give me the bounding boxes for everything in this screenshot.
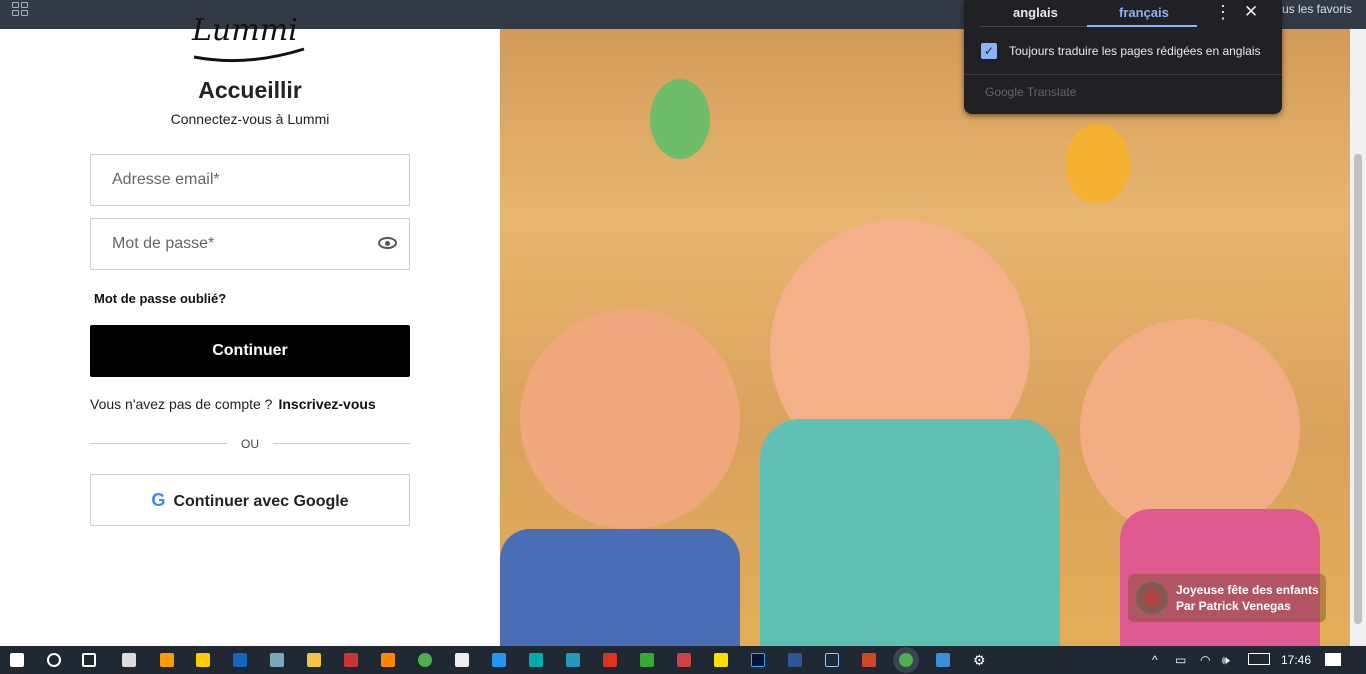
battery-icon[interactable]: ▭ — [1175, 653, 1186, 667]
chrome-active-icon[interactable] — [899, 653, 913, 667]
word-icon[interactable] — [788, 653, 802, 667]
tray-chevron-icon[interactable]: ^ — [1152, 653, 1158, 667]
file-explorer-icon[interactable] — [307, 653, 321, 667]
tab-selected-indicator — [1087, 25, 1197, 27]
scrollbar-thumb[interactable] — [1354, 154, 1362, 624]
google-icon: G — [151, 490, 166, 510]
forgot-password-link[interactable]: Mot de passe oublié? — [94, 291, 226, 306]
page-scrollbar[interactable] — [1350, 29, 1366, 646]
search-icon[interactable] — [47, 653, 61, 667]
powerpoint-icon[interactable] — [862, 653, 876, 667]
notepad-icon[interactable] — [455, 653, 469, 667]
show-password-eye-icon[interactable] — [378, 237, 397, 249]
image-author: Par Patrick Venegas — [1176, 599, 1291, 613]
continue-button[interactable]: Continuer — [90, 325, 410, 377]
acrobat-icon[interactable] — [603, 653, 617, 667]
balloon-yellow — [1065, 124, 1130, 204]
close-icon[interactable]: ✕ — [1244, 2, 1258, 22]
keyboard-app-icon[interactable] — [825, 653, 839, 667]
chrome-icon[interactable] — [418, 653, 432, 667]
task-view-icon[interactable] — [82, 653, 96, 667]
apps-grid-icon[interactable] — [12, 2, 28, 16]
divider — [964, 74, 1282, 75]
password-input[interactable]: Mot de passe* — [90, 218, 410, 270]
app-icon[interactable] — [196, 653, 210, 667]
translate-popup: anglais français ⋮ ✕ ✓ Toujours traduire… — [964, 0, 1282, 114]
google-button-label: Continuer avec Google — [173, 493, 349, 510]
app-icon[interactable] — [566, 653, 580, 667]
arduino-icon[interactable] — [529, 653, 543, 667]
balloon-green — [650, 79, 710, 159]
wifi-icon[interactable]: ◠ — [1200, 653, 1210, 667]
illustration-shirt-blue — [500, 529, 740, 646]
login-panel: Lummi Accueillir Connectez-vous à Lummi … — [0, 16, 500, 646]
always-translate-label: Toujours traduire les pages rédigées en … — [1009, 44, 1261, 58]
hero-illustration — [500, 29, 1350, 646]
page-title: Accueillir — [198, 77, 302, 103]
sticky-notes-icon[interactable] — [714, 653, 728, 667]
notifications-icon[interactable] — [1325, 653, 1341, 666]
touch-keyboard-icon[interactable] — [1248, 653, 1270, 665]
illustration-kid-right — [1080, 319, 1300, 539]
tab-source-language[interactable]: anglais — [1013, 5, 1058, 20]
app-icon[interactable] — [640, 653, 654, 667]
all-bookmarks-link[interactable]: ous les favoris — [1275, 2, 1352, 16]
clock[interactable]: 17:46 — [1281, 653, 1311, 667]
vlc-icon[interactable] — [381, 653, 395, 667]
ki-app-icon[interactable] — [233, 653, 247, 667]
always-translate-checkbox[interactable]: ✓ — [981, 43, 997, 59]
author-avatar — [1136, 582, 1168, 614]
or-divider: OU — [90, 437, 410, 451]
lummi-logo: Lummi — [192, 16, 305, 63]
tab-target-language[interactable]: français — [1119, 5, 1169, 20]
more-options-icon[interactable]: ⋮ — [1214, 2, 1232, 23]
image-credit[interactable]: Joyeuse fête des enfants Par Patrick Ven… — [1128, 574, 1326, 622]
app-icon[interactable] — [270, 653, 284, 667]
settings-gear-icon[interactable]: ⚙ — [973, 653, 987, 667]
google-translate-brand: Google Translate — [985, 85, 1077, 99]
email-input[interactable]: Adresse email* — [90, 154, 410, 206]
signup-link[interactable]: Inscrivez-vous — [278, 396, 375, 412]
email-placeholder: Adresse email* — [112, 171, 220, 188]
app-icon[interactable] — [344, 653, 358, 667]
start-icon[interactable] — [10, 653, 24, 667]
google-signin-button[interactable]: G Continuer avec Google — [90, 474, 410, 526]
windows-taskbar: ⚙ ^ ▭ ◠ 🕪 17:46 — [0, 646, 1366, 674]
no-account-text: Vous n'avez pas de compte ? — [90, 396, 273, 412]
photoshop-icon[interactable] — [751, 653, 765, 667]
photos-icon[interactable] — [936, 653, 950, 667]
volume-icon[interactable]: 🕪 — [1222, 653, 1230, 668]
app-icon[interactable] — [677, 653, 691, 667]
image-title: Joyeuse fête des enfants — [1176, 583, 1319, 597]
search-app-icon[interactable] — [160, 653, 174, 667]
illustration-kid-left — [520, 309, 740, 529]
calculator-icon[interactable] — [122, 653, 136, 667]
signup-prompt: Vous n'avez pas de compte ? Inscrivez-vou… — [90, 396, 376, 412]
page-subtitle: Connectez-vous à Lummi — [170, 111, 330, 127]
password-placeholder: Mot de passe* — [112, 235, 215, 252]
vscode-icon[interactable] — [492, 653, 506, 667]
illustration-shirt-teal — [760, 419, 1060, 646]
